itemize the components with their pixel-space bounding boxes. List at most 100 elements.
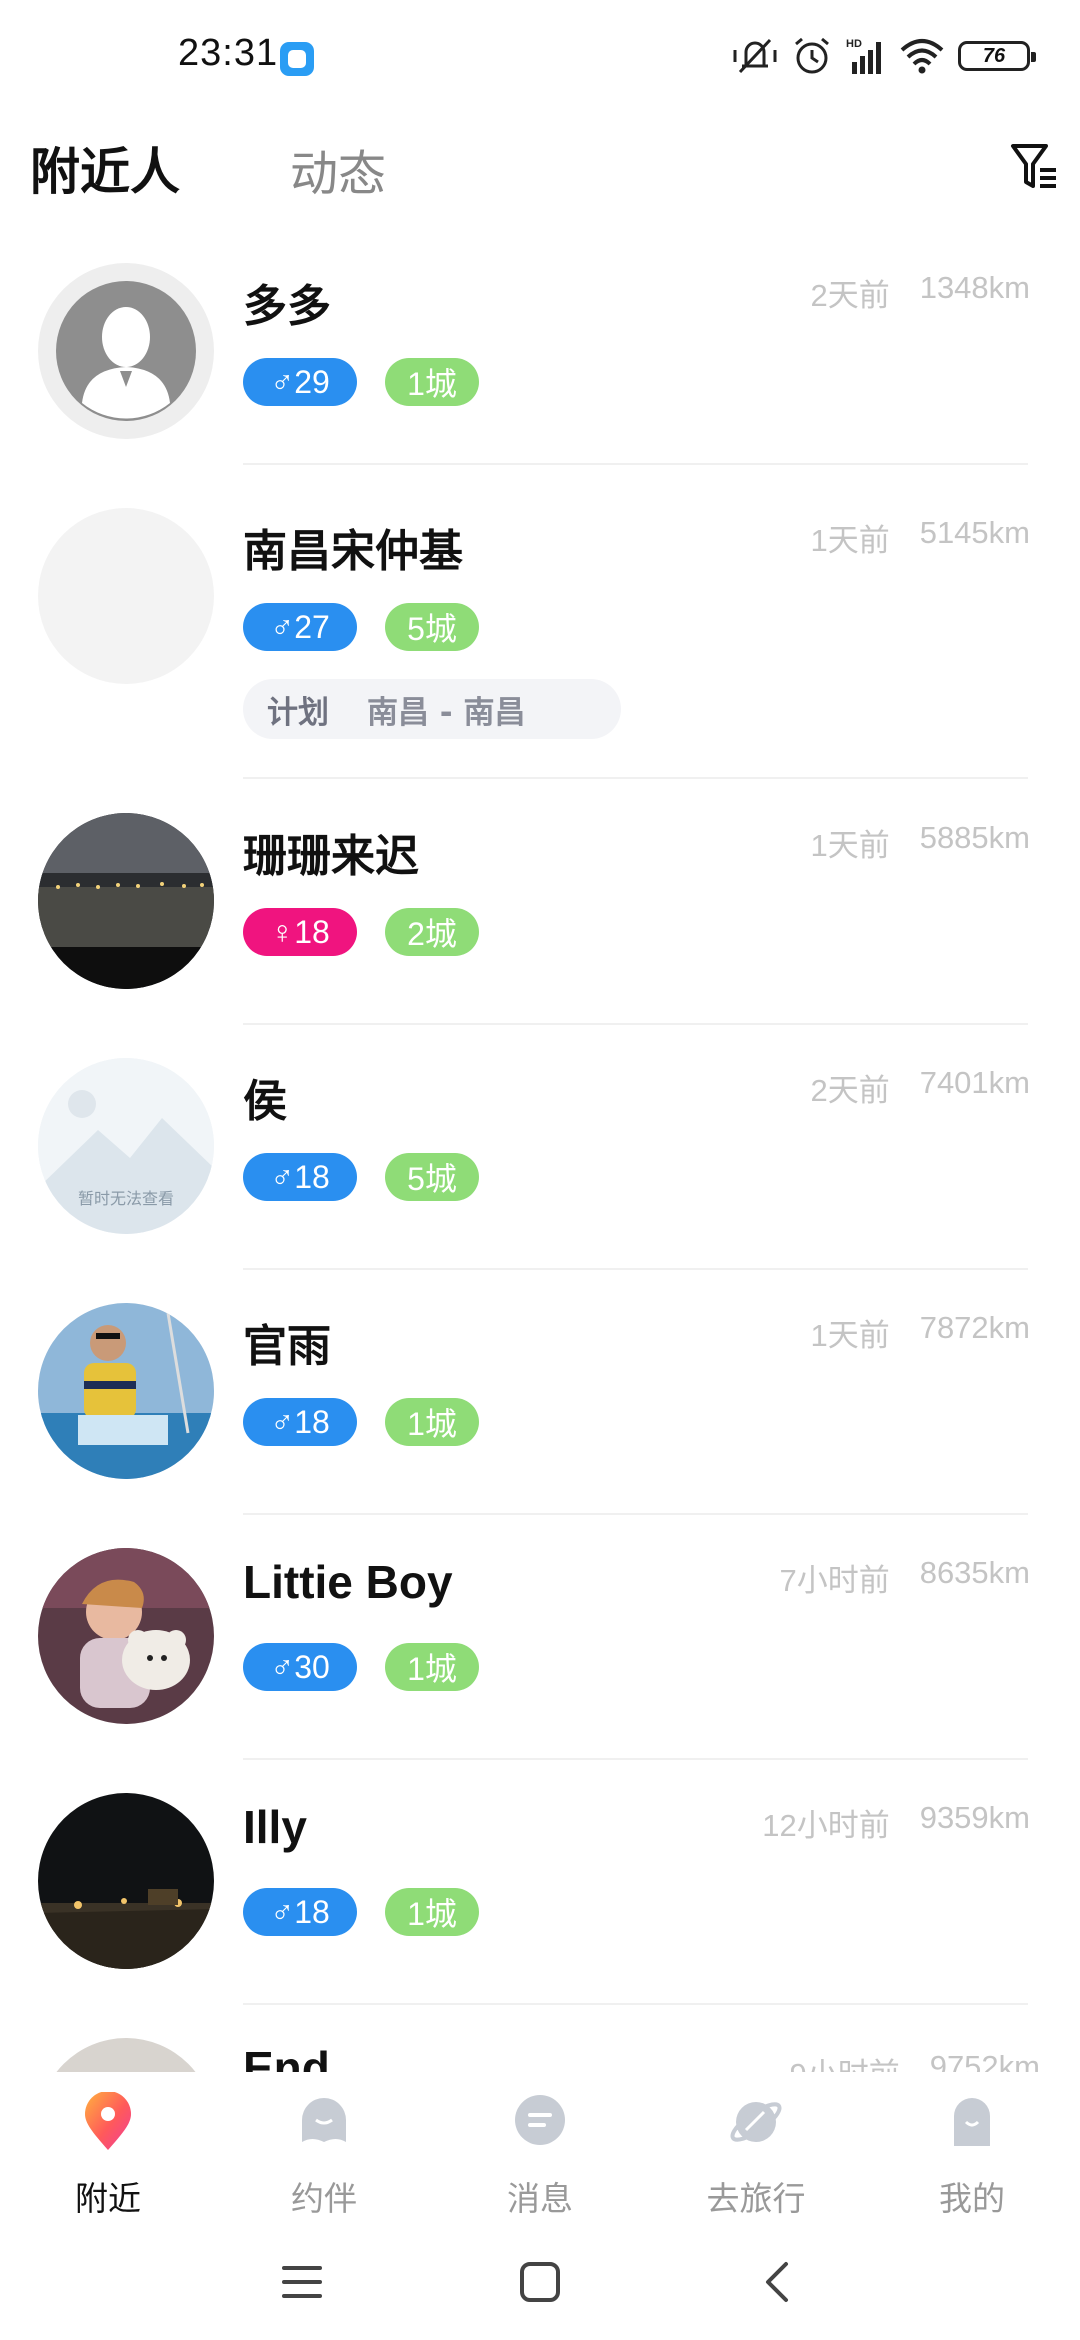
planet-icon	[730, 2102, 782, 2142]
user-meta: 1天前 7872km	[810, 1310, 1030, 1355]
night-street-photo	[38, 1793, 214, 1969]
user-name: Littie Boy	[243, 1556, 453, 1608]
user-meta: 1天前 5145km	[810, 515, 1030, 560]
travel-plan[interactable]: 计划 南昌 - 南昌	[243, 679, 621, 739]
list-item[interactable]: 南昌宋仲基 1天前 5145km ♂27 5城 计划 南昌 - 南昌	[0, 475, 1080, 780]
gender-age-badge: ♂18	[243, 1153, 357, 1201]
user-badges: ♂18 1城	[243, 1888, 479, 1936]
list-item[interactable]: Littie Boy 7小时前 8635km ♂30 1城	[0, 1515, 1080, 1760]
battery-icon: 76	[958, 41, 1036, 71]
gender-age-badge: ♀18	[243, 908, 357, 956]
default-avatar-icon	[56, 281, 196, 421]
divider	[243, 777, 1028, 779]
nav-travel[interactable]: 去旅行	[648, 2072, 864, 2232]
user-meta: 12小时前 9359km	[762, 1800, 1030, 1845]
avatar[interactable]	[38, 508, 214, 684]
gender-age-badge: ♂18	[243, 1888, 357, 1936]
child-with-teddy-photo	[38, 1548, 214, 1724]
avatar[interactable]	[38, 1303, 214, 1479]
user-meta: 9小时前 9752km	[789, 2049, 1040, 2072]
tab-moments[interactable]: 动态	[290, 134, 386, 204]
list-item[interactable]: Illy 12小时前 9359km ♂18 1城	[0, 1760, 1080, 2005]
gender-age-badge: ♂30	[243, 1643, 357, 1691]
avatar[interactable]	[38, 1548, 214, 1724]
plan-label: 计划	[267, 694, 329, 731]
image-unavailable-placeholder: 暂时无法查看	[38, 1058, 214, 1234]
avatar[interactable]	[38, 1793, 214, 1969]
nav-profile[interactable]: 我的	[864, 2072, 1080, 2232]
divider	[243, 463, 1028, 465]
user-badges: ♀18 2城	[243, 908, 479, 956]
nav-label: 我的	[939, 2179, 1005, 2218]
last-active-time: 2天前	[810, 278, 890, 313]
svg-text:HD: HD	[846, 38, 862, 50]
list-item[interactable]: 暂时无法查看 侯 2天前 7401km ♂18 5城	[0, 1025, 1080, 1270]
last-active-time: 12小时前	[762, 1808, 890, 1843]
avatar-caption: 暂时无法查看	[78, 1189, 174, 1208]
user-name: Illy	[243, 1801, 307, 1853]
nav-nearby[interactable]: 附近	[0, 2072, 216, 2232]
tab-nearby-people[interactable]: 附近人	[30, 132, 180, 204]
user-meta: 2天前 1348km	[810, 270, 1030, 315]
nav-label: 去旅行	[706, 2179, 806, 2218]
status-bar: 23:31 HD 76	[0, 0, 1080, 110]
nav-label: 附近	[75, 2179, 141, 2218]
gender-age-badge: ♂18	[243, 1398, 357, 1446]
user-badges: ♂29 1城	[243, 358, 479, 406]
user-badges: ♂30 1城	[243, 1643, 479, 1691]
filter-icon[interactable]	[1010, 138, 1060, 194]
city-count-badge: 2城	[385, 908, 479, 956]
city-count-badge: 5城	[385, 1153, 479, 1201]
user-badges: ♂27 5城	[243, 603, 479, 651]
back-icon[interactable]	[748, 2252, 808, 2312]
list-item[interactable]: End 9小时前 9752km	[0, 2005, 1080, 2072]
distance: 1348km	[919, 270, 1030, 305]
avatar[interactable]	[38, 813, 214, 989]
distance: 7872km	[919, 1310, 1030, 1345]
list-item[interactable]: 多多 2天前 1348km ♂29 1城	[0, 230, 1080, 475]
nav-companion[interactable]: 约伴	[216, 2072, 432, 2232]
nearby-user-list[interactable]: 多多 2天前 1348km ♂29 1城 南昌宋仲基 1天前 5145km ♂2…	[0, 230, 1080, 2072]
user-name: 侯	[243, 1076, 287, 1127]
home-icon[interactable]	[510, 2252, 570, 2312]
location-pin-icon	[85, 2092, 131, 2150]
message-icon	[515, 2095, 565, 2145]
companion-icon	[302, 2098, 346, 2142]
distance: 5885km	[919, 820, 1030, 855]
bottom-nav: 附近 约伴 消息 去旅行 我的	[0, 2072, 1080, 2232]
user-name: End	[243, 2042, 330, 2072]
user-meta: 1天前 5885km	[810, 820, 1030, 865]
mute-vibrate-icon	[733, 38, 777, 74]
alarm-icon	[795, 37, 829, 74]
city-count-badge: 1城	[385, 1398, 479, 1446]
nav-messages[interactable]: 消息	[432, 2072, 648, 2232]
user-badges: ♂18 5城	[243, 1153, 479, 1201]
list-item[interactable]: 官雨 1天前 7872km ♂18 1城	[0, 1270, 1080, 1515]
plan-route: 南昌 - 南昌	[367, 694, 526, 731]
menu-icon[interactable]	[272, 2252, 332, 2312]
lake-night-photo	[38, 813, 214, 989]
profile-icon	[954, 2098, 990, 2146]
status-icons: HD 76	[732, 34, 1036, 78]
avatar[interactable]	[38, 2038, 214, 2072]
nav-label: 约伴	[291, 2179, 357, 2218]
distance: 9359km	[919, 1800, 1030, 1835]
user-meta: 7小时前 8635km	[779, 1555, 1030, 1600]
avatar[interactable]: 暂时无法查看	[38, 1058, 214, 1234]
avatar[interactable]	[38, 263, 214, 439]
status-time: 23:31	[178, 32, 279, 74]
wifi-icon	[900, 39, 944, 74]
app-notification-icon	[280, 42, 314, 76]
last-active-time: 7小时前	[779, 1563, 890, 1598]
city-count-badge: 1城	[385, 1643, 479, 1691]
last-active-time: 1天前	[810, 523, 890, 558]
city-count-badge: 1城	[385, 1888, 479, 1936]
last-active-time: 1天前	[810, 828, 890, 863]
city-count-badge: 5城	[385, 603, 479, 651]
distance: 9752km	[929, 2049, 1040, 2072]
last-active-time: 1天前	[810, 1318, 890, 1353]
list-item[interactable]: 珊珊来迟 1天前 5885km ♀18 2城	[0, 780, 1080, 1025]
user-name: 南昌宋仲基	[243, 526, 463, 577]
gender-age-badge: ♂29	[243, 358, 357, 406]
city-count-badge: 1城	[385, 358, 479, 406]
